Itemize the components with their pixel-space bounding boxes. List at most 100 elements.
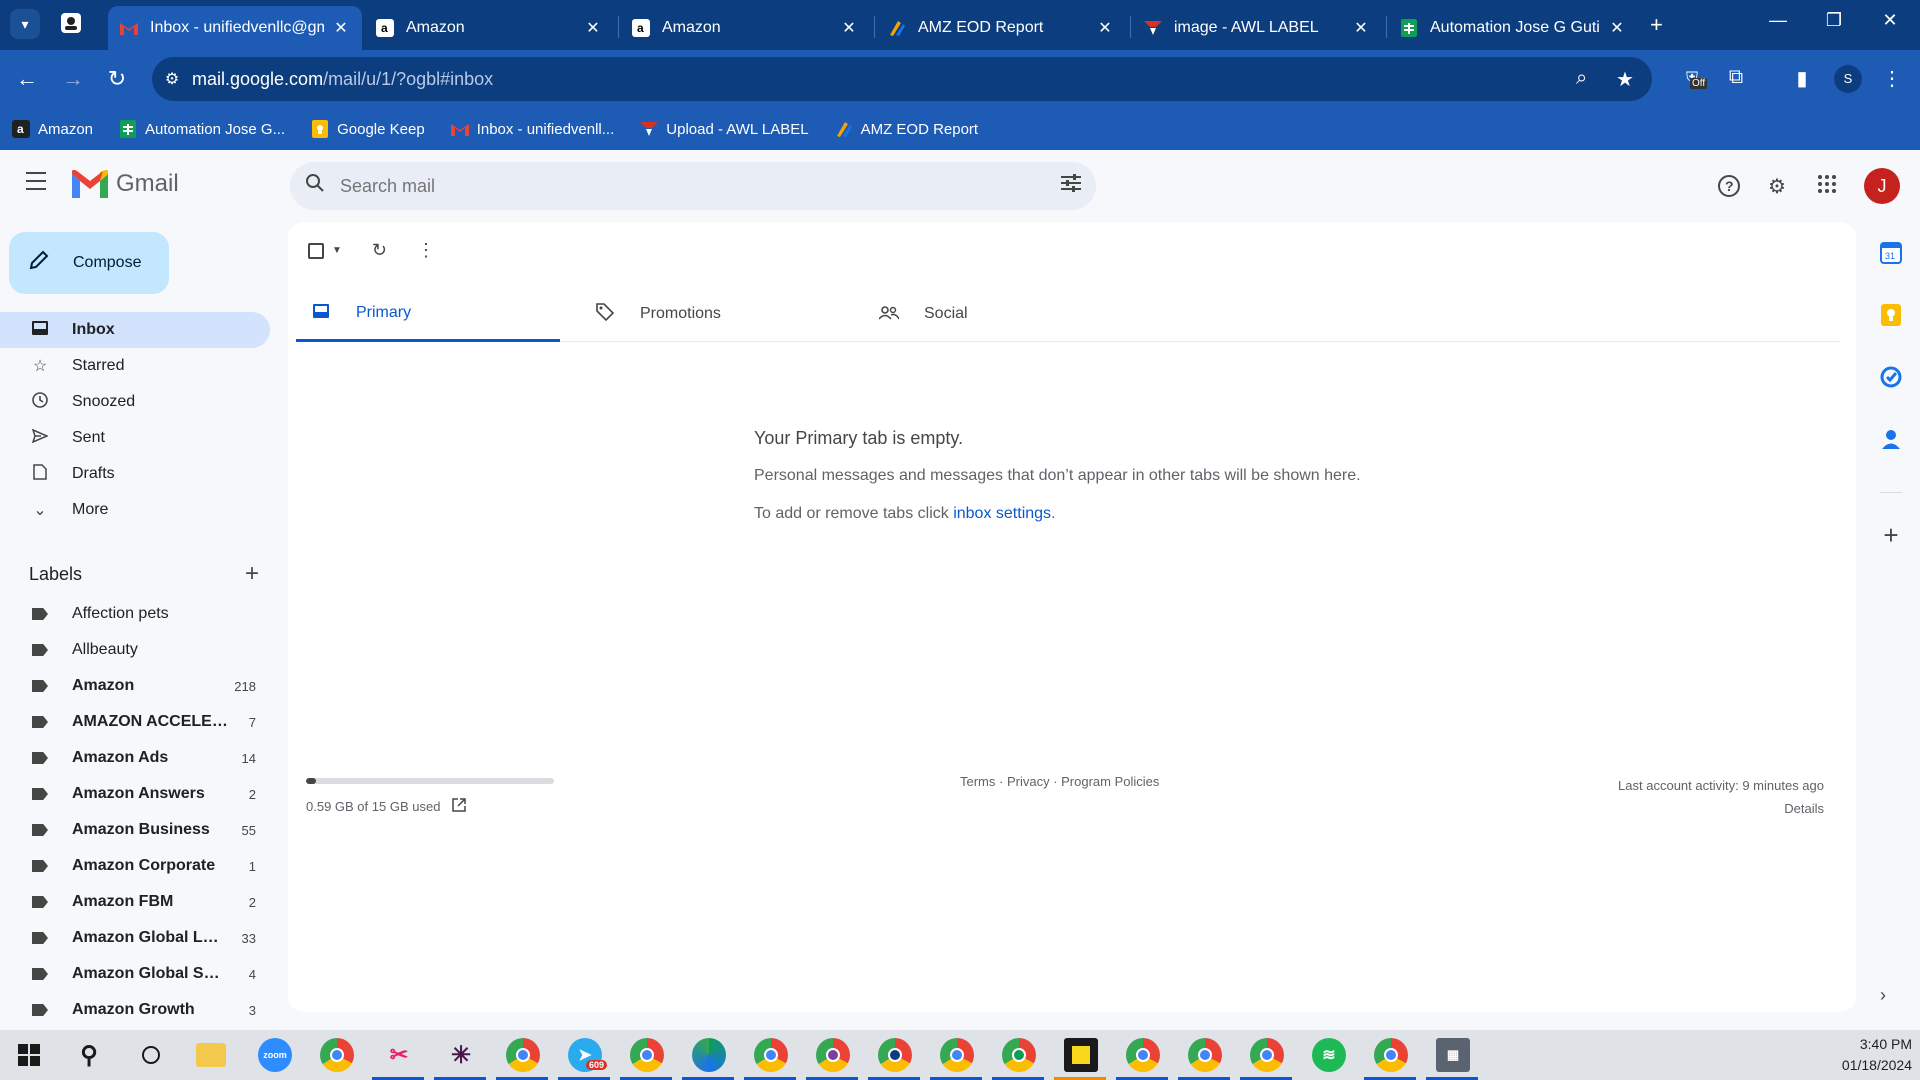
chrome-icon[interactable] <box>320 1038 354 1072</box>
telegram-icon[interactable]: ➤ 609 <box>568 1038 608 1072</box>
restore-button[interactable]: ❐ <box>1814 10 1854 31</box>
chrome-profile-icon[interactable] <box>1374 1038 1408 1072</box>
label-item[interactable]: Affection pets <box>0 596 270 632</box>
search-input[interactable] <box>340 175 1046 197</box>
program-policies-link[interactable]: Program Policies <box>1061 774 1159 789</box>
zoom-icon[interactable]: zoom <box>258 1038 292 1072</box>
label-item[interactable]: Amazon 218 <box>0 668 270 704</box>
label-item[interactable]: Amazon Global Logistics 33 <box>0 920 270 956</box>
browser-menu-icon[interactable]: ⋮ <box>1878 66 1906 91</box>
nav-item-snoozed[interactable]: Snoozed <box>0 384 270 420</box>
select-all-checkbox[interactable] <box>308 242 324 259</box>
compose-button[interactable]: Compose <box>9 232 169 294</box>
chrome-profile-icon[interactable] <box>1126 1038 1160 1072</box>
bookmark-eod-report[interactable]: AMZ EOD Report <box>835 120 978 138</box>
browser-profile-avatar[interactable]: S <box>1834 65 1862 93</box>
label-item[interactable]: Amazon Business 55 <box>0 812 270 848</box>
search-bar[interactable] <box>290 162 1096 210</box>
main-menu-icon[interactable] <box>26 172 54 196</box>
close-tab-icon[interactable]: ✕ <box>584 18 602 38</box>
minimize-button[interactable]: — <box>1758 10 1798 31</box>
spotify-icon[interactable]: ≋ <box>1312 1038 1346 1072</box>
chrome-profile-icon[interactable] <box>1250 1038 1284 1072</box>
nav-item-more[interactable]: ⌄ More <box>0 492 270 528</box>
back-button[interactable]: ← <box>12 64 42 94</box>
refresh-icon[interactable]: ↻ <box>372 240 387 261</box>
nav-item-inbox[interactable]: Inbox <box>0 312 270 348</box>
system-clock[interactable]: 3:40 PM 01/18/2024 <box>1842 1034 1912 1076</box>
label-item[interactable]: Amazon Answers 2 <box>0 776 270 812</box>
extension-off-icon[interactable]: ⛨ Off <box>1678 66 1708 89</box>
privacy-link[interactable]: Privacy <box>1007 774 1050 789</box>
label-item[interactable]: Amazon Growth 3 <box>0 992 270 1028</box>
nav-item-sent[interactable]: Sent <box>0 420 270 456</box>
file-explorer-icon[interactable] <box>196 1043 226 1067</box>
calendar-icon[interactable]: 31 <box>1878 242 1904 268</box>
sticky-notes-icon[interactable] <box>1064 1038 1098 1072</box>
gmail-logo[interactable]: Gmail <box>72 170 179 198</box>
bookmark-inbox[interactable]: Inbox - unifiedvenll... <box>450 120 614 138</box>
browser-tab-inbox[interactable]: Inbox - unifiedvenllc@gmail.com ✕ <box>108 6 362 50</box>
settings-gear-icon[interactable]: ⚙ <box>1764 174 1790 200</box>
bookmark-awl-label[interactable]: Upload - AWL LABEL <box>640 120 809 138</box>
tab-primary[interactable]: Primary <box>296 286 560 342</box>
tab-promotions[interactable]: Promotions <box>580 286 844 342</box>
forward-button[interactable]: → <box>58 64 88 94</box>
add-label-icon[interactable]: + <box>245 560 259 588</box>
reload-button[interactable]: ↻ <box>102 64 132 94</box>
browser-tab-amazon-1[interactable]: a Amazon ✕ <box>364 6 614 50</box>
bookmark-google-keep[interactable]: Google Keep <box>311 120 425 138</box>
get-addons-icon[interactable]: + <box>1878 520 1904 551</box>
start-button[interactable] <box>12 1038 46 1072</box>
pinned-tab[interactable] <box>60 12 82 34</box>
site-info-icon[interactable]: ⚙ <box>152 69 192 89</box>
terms-link[interactable]: Terms <box>960 774 995 789</box>
close-tab-icon[interactable]: ✕ <box>1608 18 1626 38</box>
chrome-profile-icon[interactable] <box>1188 1038 1222 1072</box>
chrome-active-icon[interactable] <box>878 1038 912 1072</box>
task-view-icon[interactable] <box>134 1038 168 1072</box>
search-icon[interactable] <box>290 173 340 199</box>
label-item[interactable]: Amazon Global Selling 4 <box>0 956 270 992</box>
taskbar-search-icon[interactable]: ⚲ <box>72 1038 106 1072</box>
keep-icon[interactable] <box>1878 304 1904 330</box>
open-storage-icon[interactable] <box>452 798 467 815</box>
tasks-icon[interactable] <box>1878 366 1904 392</box>
chrome-profile-icon[interactable] <box>506 1038 540 1072</box>
window-close-button[interactable]: ✕ <box>1870 10 1910 31</box>
label-item[interactable]: Amazon Corporate 1 <box>0 848 270 884</box>
close-tab-icon[interactable]: ✕ <box>1096 18 1114 38</box>
address-bar[interactable]: ⚙ mail.google.com/mail/u/1/?ogbl#inbox ⌕… <box>152 57 1652 101</box>
browser-tab-awl-label[interactable]: image - AWL LABEL ✕ <box>1132 6 1382 50</box>
apps-grid-icon[interactable] <box>1814 174 1840 200</box>
browser-tab-automation[interactable]: Automation Jose G Gutierrez ✕ <box>1388 6 1638 50</box>
side-panel-icon[interactable]: ▮ <box>1788 66 1816 91</box>
chrome-profile-icon[interactable] <box>630 1038 664 1072</box>
label-item[interactable]: Amazon FBM 2 <box>0 884 270 920</box>
select-dropdown-icon[interactable]: ▼ <box>332 245 342 256</box>
bookmark-automation[interactable]: Automation Jose G... <box>119 120 285 138</box>
more-options-icon[interactable]: ⋮ <box>417 240 435 261</box>
account-avatar[interactable]: J <box>1864 168 1900 204</box>
close-tab-icon[interactable]: ✕ <box>1352 18 1370 38</box>
nav-item-drafts[interactable]: Drafts <box>0 456 270 492</box>
edge-icon[interactable] <box>692 1038 726 1072</box>
label-item[interactable]: Amazon Ads 14 <box>0 740 270 776</box>
label-item[interactable]: Allbeauty <box>0 632 270 668</box>
chrome-profile-icon[interactable] <box>940 1038 974 1072</box>
nav-item-starred[interactable]: ☆ Starred <box>0 348 270 384</box>
contacts-icon[interactable] <box>1878 428 1904 454</box>
calculator-icon[interactable]: ▦ <box>1436 1038 1470 1072</box>
hide-side-panel-icon[interactable]: › <box>1880 985 1886 1006</box>
new-tab-button[interactable]: + <box>1650 12 1663 38</box>
search-options-icon[interactable] <box>1046 174 1096 198</box>
tab-social[interactable]: Social <box>864 286 1128 342</box>
chrome-profile-icon[interactable] <box>816 1038 850 1072</box>
extensions-puzzle-icon[interactable]: ⧉ <box>1722 66 1750 89</box>
tab-search-button[interactable]: ▾ <box>10 9 40 39</box>
inbox-settings-link[interactable]: inbox settings <box>953 505 1051 522</box>
close-tab-icon[interactable]: ✕ <box>840 18 858 38</box>
help-icon[interactable]: ? <box>1716 174 1742 200</box>
snipping-tool-icon[interactable]: ✂ <box>382 1038 416 1072</box>
close-tab-icon[interactable]: ✕ <box>332 18 350 38</box>
